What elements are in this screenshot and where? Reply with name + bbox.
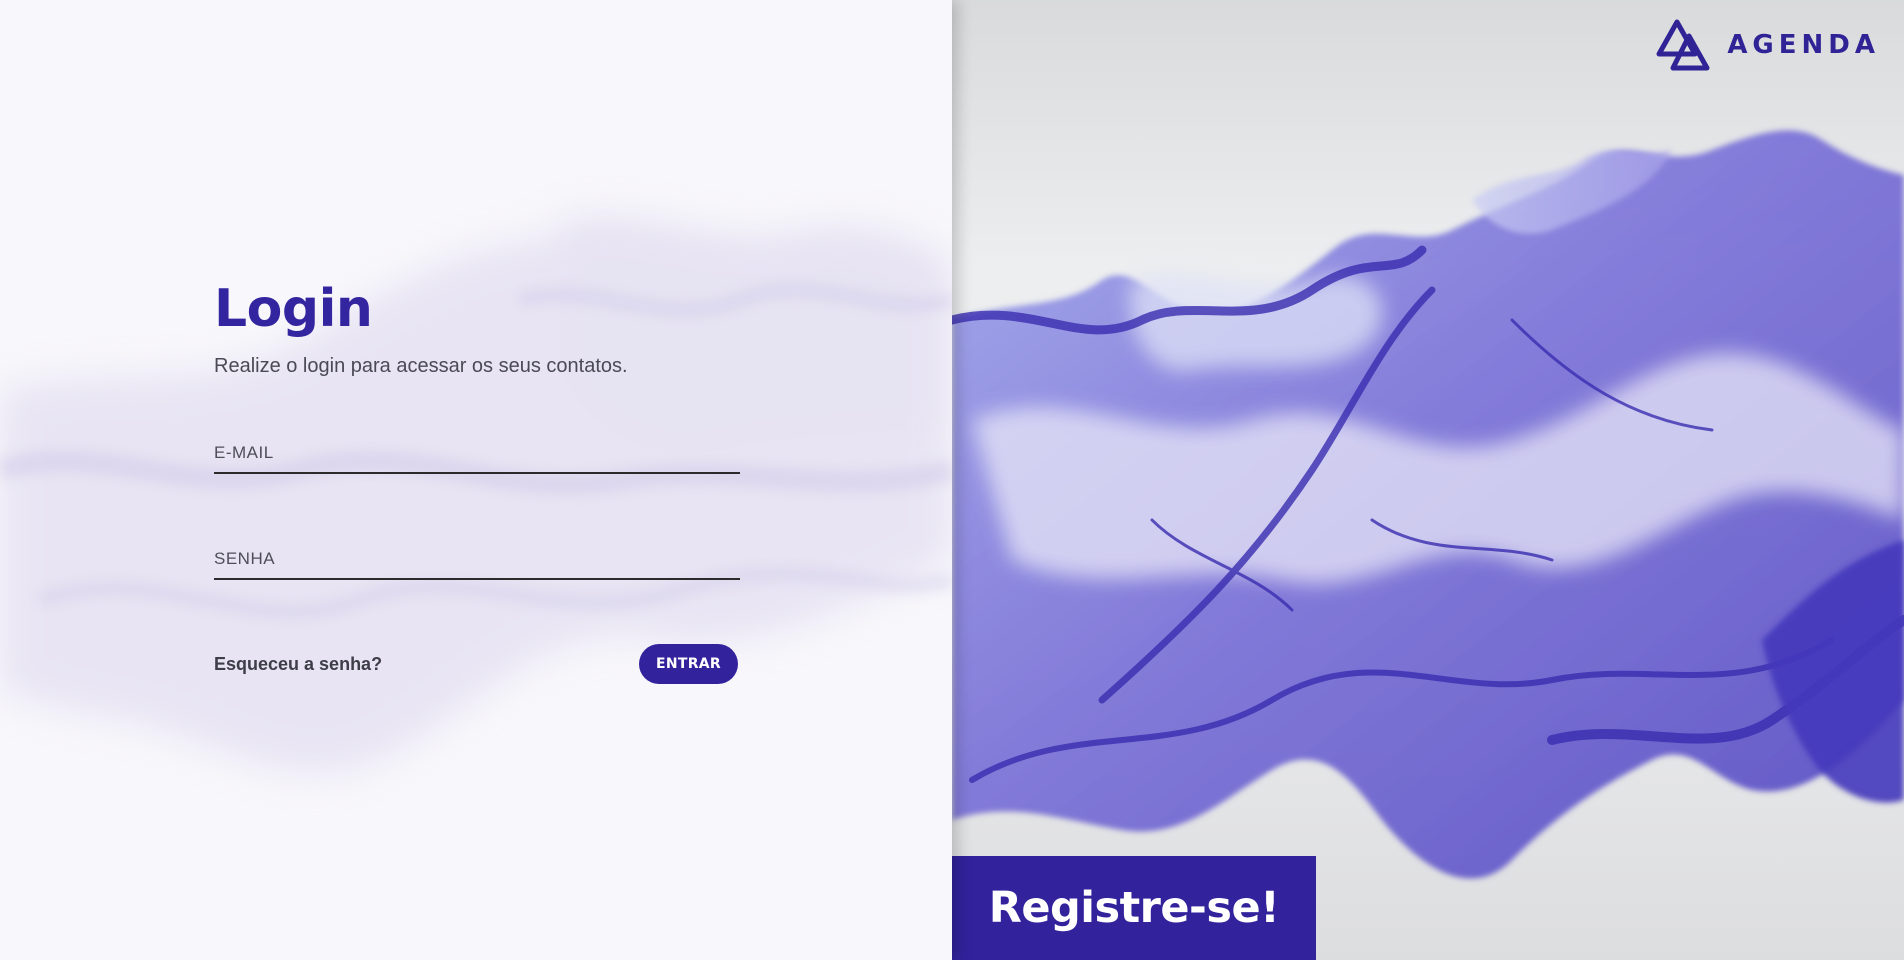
triangle-logo-icon <box>1656 19 1710 71</box>
login-form: Login Realize o login para acessar os se… <box>214 276 740 684</box>
form-actions: Esqueceu a senha? ENTRAR <box>214 644 738 684</box>
login-title: Login <box>214 279 373 339</box>
login-page: Login Realize o login para acessar os se… <box>0 0 1904 960</box>
register-panel: AGENDA Registre-se! <box>952 0 1904 960</box>
register-button[interactable]: Registre-se! <box>952 856 1316 960</box>
enter-button[interactable]: ENTRAR <box>639 644 738 684</box>
password-input[interactable] <box>214 544 740 574</box>
password-field-container <box>214 526 740 580</box>
brand-logo[interactable]: AGENDA <box>1655 18 1880 72</box>
login-subtitle: Realize o login para acessar os seus con… <box>214 355 628 377</box>
email-input[interactable] <box>214 438 740 468</box>
forgot-password-link[interactable]: Esqueceu a senha? <box>214 654 382 675</box>
login-panel: Login Realize o login para acessar os se… <box>0 0 952 960</box>
purple-smoke-image <box>952 130 1904 879</box>
email-field-container <box>214 420 740 474</box>
brand-name: AGENDA <box>1727 30 1880 60</box>
